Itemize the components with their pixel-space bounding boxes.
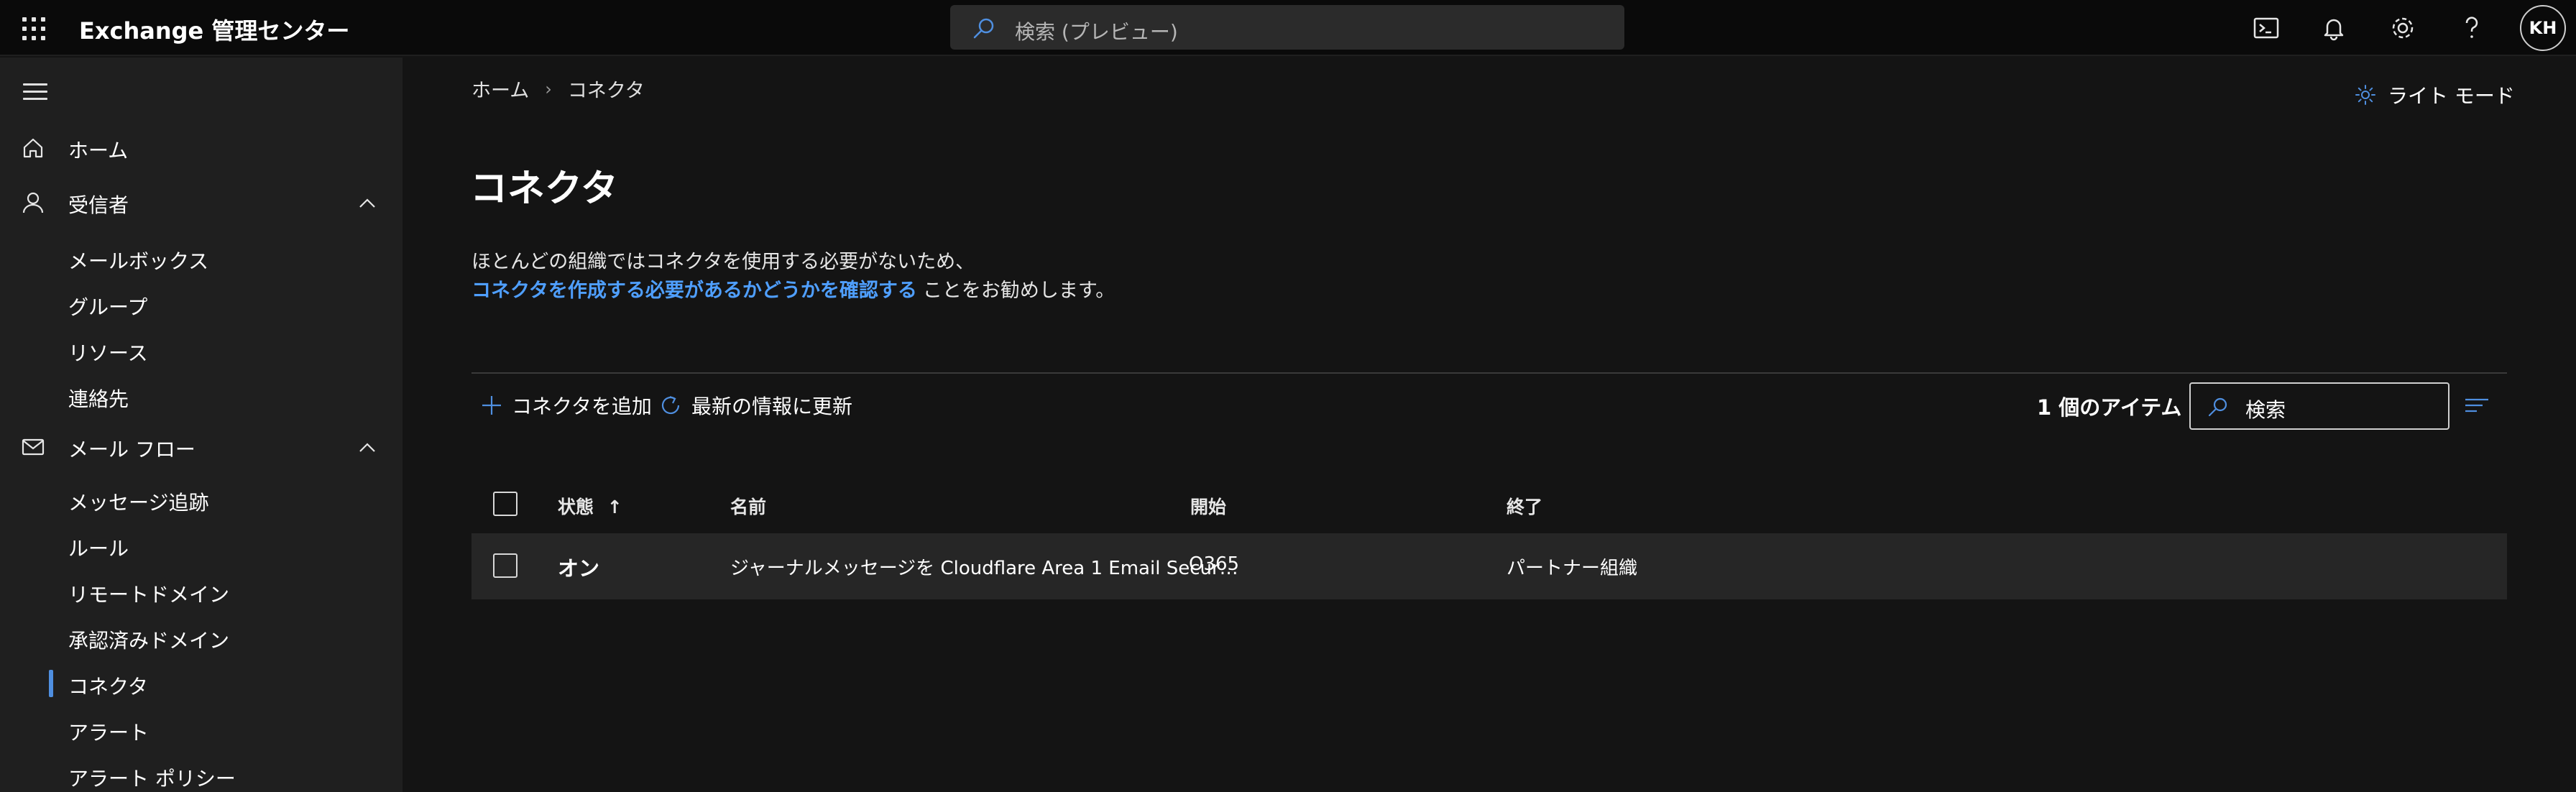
table-search-input[interactable]: 検索: [2189, 382, 2450, 430]
global-search-placeholder: 検索 (プレビュー): [1015, 20, 1178, 44]
breadcrumb: ホーム › コネクタ: [472, 75, 645, 103]
sun-icon: [2355, 85, 2375, 105]
sidebar-item-label: コネクタ: [68, 675, 148, 699]
help-icon[interactable]: [2457, 13, 2487, 43]
sidebar-item-label: リモートドメイン: [68, 583, 230, 607]
sidebar-item-message-trace[interactable]: メッセージ追跡: [0, 479, 402, 519]
filter-icon[interactable]: [2464, 394, 2490, 417]
sidebar-item-label: ルール: [68, 537, 129, 561]
sidebar-item-label: 承認済みドメイン: [68, 629, 230, 653]
add-connector-button[interactable]: コネクタを追加: [480, 391, 652, 420]
learn-more-link[interactable]: コネクタを作成する必要があるかどうかを確認する: [472, 280, 917, 302]
app-launcher-icon[interactable]: [20, 15, 46, 41]
mail-icon: [22, 438, 45, 456]
breadcrumb-home[interactable]: ホーム: [472, 75, 529, 103]
sidebar-item-label: メッセージ追跡: [68, 491, 209, 515]
row-name[interactable]: ジャーナルメッセージを Cloudflare Area 1 Email Secu…: [730, 553, 1238, 580]
light-mode-toggle[interactable]: ライト モード: [2355, 80, 2515, 109]
page-description-line2: コネクタを作成する必要があるかどうかを確認する ことをお勧めします。: [472, 275, 1115, 303]
select-all-checkbox[interactable]: [493, 492, 518, 516]
add-connector-label: コネクタを追加: [512, 395, 652, 418]
sidebar-item-label: 受信者: [68, 193, 129, 217]
column-status-label: 状態: [558, 497, 594, 517]
sort-ascending-icon: ↑: [607, 497, 622, 517]
sidebar-item-resources[interactable]: リソース: [0, 329, 402, 369]
plus-icon: [482, 396, 501, 415]
divider: [472, 372, 2507, 374]
column-header-name[interactable]: 名前: [730, 493, 766, 519]
sidebar: ホーム 受信者 メールボックス グループ リソース 連絡先 メール フロー メッ: [0, 57, 402, 792]
refresh-button[interactable]: 最新の情報に更新: [658, 391, 852, 420]
sidebar-item-alert-policies[interactable]: アラート ポリシー: [0, 755, 402, 792]
description-suffix: ことをお勧めします。: [922, 280, 1116, 302]
app-title[interactable]: Exchange 管理センター: [79, 13, 349, 46]
sidebar-item-label: グループ: [68, 295, 148, 319]
avatar[interactable]: KH: [2520, 5, 2566, 51]
table-row[interactable]: オン ジャーナルメッセージを Cloudflare Area 1 Email S…: [472, 533, 2507, 599]
sidebar-item-groups[interactable]: グループ: [0, 283, 402, 323]
sidebar-item-alerts[interactable]: アラート: [0, 709, 402, 749]
column-header-to[interactable]: 終了: [1506, 493, 1542, 519]
search-icon: [2208, 397, 2227, 417]
person-icon: [22, 192, 44, 213]
column-header-from[interactable]: 開始: [1190, 493, 1226, 519]
search-icon: [973, 18, 994, 39]
sidebar-item-label: メールボックス: [68, 249, 209, 273]
row-checkbox[interactable]: [493, 553, 518, 578]
page-title: コネクタ: [470, 167, 618, 211]
sidebar-item-mailboxes[interactable]: メールボックス: [0, 237, 402, 277]
chevron-up-icon[interactable]: [356, 437, 378, 459]
selected-indicator: [49, 670, 53, 697]
sidebar-item-label: リソース: [68, 341, 148, 365]
sidebar-item-remote-domains[interactable]: リモートドメイン: [0, 571, 402, 611]
sidebar-item-accepted-domains[interactable]: 承認済みドメイン: [0, 617, 402, 657]
chevron-right-icon: ›: [545, 78, 552, 99]
row-to: パートナー組織: [1506, 558, 1638, 579]
chevron-up-icon[interactable]: [356, 193, 378, 214]
sidebar-item-connectors[interactable]: コネクタ: [0, 663, 402, 703]
home-icon: [23, 138, 43, 158]
row-status: オン: [558, 556, 600, 581]
sidebar-item-label: アラート: [68, 721, 150, 745]
refresh-label: 最新の情報に更新: [691, 395, 853, 418]
sidebar-item-label: ホーム: [68, 139, 129, 162]
item-count: 1 個のアイテム: [2037, 395, 2182, 420]
page-description: ほとんどの組織ではコネクタを使用する必要がないため、: [472, 251, 975, 273]
table-header: 状態 ↑ 名前 開始 終了: [472, 483, 2507, 526]
sidebar-item-recipients[interactable]: 受信者: [0, 181, 402, 224]
sidebar-item-home[interactable]: ホーム: [0, 126, 402, 170]
sidebar-item-mail-flow[interactable]: メール フロー: [0, 425, 402, 469]
column-header-status[interactable]: 状態 ↑: [558, 493, 622, 519]
table-search-placeholder: 検索: [2245, 398, 2286, 422]
sidebar-item-label: 連絡先: [68, 387, 129, 411]
terminal-icon[interactable]: [2251, 13, 2281, 43]
light-mode-label: ライト モード: [2388, 84, 2515, 108]
bell-icon[interactable]: [2319, 13, 2349, 43]
top-bar: Exchange 管理センター 検索 (プレビュー) KH: [0, 0, 2576, 56]
row-from: O365: [1189, 553, 1240, 575]
refresh-icon: [661, 395, 680, 415]
sidebar-item-label: アラート ポリシー: [68, 767, 236, 791]
gear-icon[interactable]: [2388, 13, 2418, 43]
sidebar-item-label: メール フロー: [68, 438, 196, 461]
sidebar-item-rules[interactable]: ルール: [0, 525, 402, 565]
breadcrumb-current: コネクタ: [567, 80, 645, 102]
hamburger-icon[interactable]: [23, 83, 47, 105]
sidebar-item-contacts[interactable]: 連絡先: [0, 375, 402, 415]
global-search-input[interactable]: 検索 (プレビュー): [950, 5, 1624, 50]
